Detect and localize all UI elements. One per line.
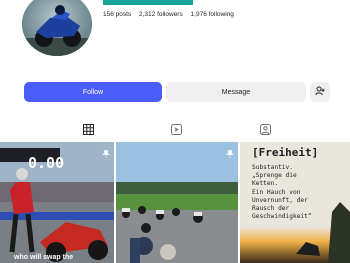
reels-icon xyxy=(170,122,182,140)
post-image xyxy=(116,142,238,263)
post-overlay-timer: 0.00 xyxy=(28,154,65,172)
post-tile[interactable]: 0.00 who will swap the xyxy=(0,142,114,263)
tab-reels[interactable] xyxy=(169,124,183,138)
post-tile[interactable]: [Freiheit] Substantiv. „Sprenge die Kett… xyxy=(240,142,350,263)
pinned-icon xyxy=(102,145,110,163)
followers-count[interactable]: 2,312 followers xyxy=(139,11,183,18)
highlight-bar xyxy=(103,0,193,5)
tagged-icon xyxy=(259,122,271,140)
profile-tabs xyxy=(0,120,350,142)
follow-button[interactable]: Follow xyxy=(24,82,162,102)
post-tile[interactable] xyxy=(116,142,238,263)
grid-icon xyxy=(82,122,94,140)
profile-stats: 156 posts 2,312 followers 1,976 followin… xyxy=(103,11,240,18)
posts-grid: 0.00 who will swap the [Freiheit] Substa… xyxy=(0,142,350,263)
tab-posts[interactable] xyxy=(81,124,95,138)
following-count[interactable]: 1,976 following xyxy=(191,11,234,18)
message-label: Message xyxy=(221,88,251,96)
follow-label: Follow xyxy=(82,88,104,96)
post-title: [Freiheit] xyxy=(252,146,319,159)
pinned-icon xyxy=(226,145,234,163)
suggested-users-button[interactable] xyxy=(310,82,330,102)
posts-count: 156 posts xyxy=(103,11,132,18)
tab-tagged[interactable] xyxy=(258,124,272,138)
profile-avatar[interactable] xyxy=(22,0,92,56)
post-text: Substantiv. „Sprenge die Ketten. Ein Hau… xyxy=(252,164,312,221)
add-user-icon xyxy=(315,86,325,98)
message-button[interactable]: Message xyxy=(166,82,306,102)
post-caption: who will swap the xyxy=(14,254,74,261)
